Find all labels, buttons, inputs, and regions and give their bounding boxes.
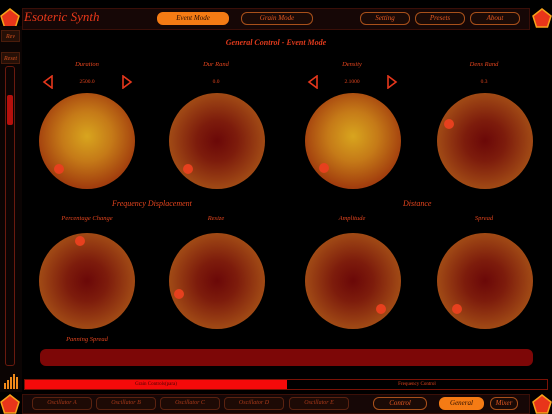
spread-knob[interactable]	[437, 233, 533, 329]
level-meter-bar	[7, 380, 9, 389]
amplitude-label: Amplitude	[338, 215, 366, 222]
bottom-right-logo-icon	[532, 394, 552, 414]
knob-indicator	[444, 119, 454, 129]
distance-section-title: Distance	[403, 199, 432, 208]
frequency-displacement-section-title: Frequency Displacement	[112, 199, 192, 208]
section-tab-strip: Grain Controls(para) Frequency Control	[24, 379, 548, 390]
duration-decrease-arrow-icon[interactable]	[42, 75, 54, 89]
knob-indicator	[54, 164, 64, 174]
amplitude-knob[interactable]	[305, 233, 401, 329]
panning-spread-slider[interactable]	[40, 349, 533, 366]
density-increase-arrow-icon[interactable]	[386, 75, 398, 89]
duration-label: Duration	[75, 61, 99, 68]
spread-label: Spread	[474, 215, 494, 222]
oscillator-b-button[interactable]: Oscillator B	[96, 397, 156, 410]
percentage-change-knob[interactable]	[39, 233, 135, 329]
master-volume-slider-fill	[7, 95, 13, 125]
about-button[interactable]: About	[470, 12, 520, 25]
resize-knob[interactable]	[169, 233, 265, 329]
panning-spread-label: Panning Spread	[66, 336, 108, 343]
duration-value: 2500.0	[79, 79, 95, 85]
level-meter-bar	[10, 377, 12, 389]
top-right-logo-icon	[532, 8, 552, 28]
tab-grain-controls[interactable]: Grain Controls(para)	[25, 380, 287, 389]
oscillator-e-button[interactable]: Oscillator E	[289, 397, 349, 410]
duration-knob[interactable]	[39, 93, 135, 189]
app-title: Esoteric Synth	[24, 9, 100, 24]
grain-mode-button[interactable]: Grain Mode	[241, 12, 313, 25]
dens-rand-value: 0.3	[480, 79, 488, 85]
master-volume-slider[interactable]	[5, 66, 15, 366]
oscillator-c-button[interactable]: Oscillator C	[160, 397, 220, 410]
knob-indicator	[174, 289, 184, 299]
top-left-logo-icon	[0, 8, 20, 28]
density-decrease-arrow-icon[interactable]	[307, 75, 319, 89]
general-button[interactable]: General	[439, 397, 484, 410]
reset-button[interactable]: Reset	[1, 52, 20, 64]
knob-indicator	[376, 304, 386, 314]
oscillator-a-button[interactable]: Oscillator A	[32, 397, 92, 410]
dur-rand-knob[interactable]	[169, 93, 265, 189]
dens-rand-label: Dens Rand	[469, 61, 499, 68]
knob-indicator	[319, 163, 329, 173]
mixer-button[interactable]: Mixer	[490, 397, 518, 410]
duration-increase-arrow-icon[interactable]	[121, 75, 133, 89]
density-label: Density	[342, 61, 362, 68]
knob-indicator	[75, 236, 85, 246]
dur-rand-label: Dur Rand	[203, 61, 229, 68]
dens-rand-knob[interactable]	[437, 93, 533, 189]
bottom-left-logo-icon	[0, 394, 20, 414]
event-mode-button[interactable]: Event Mode	[157, 12, 229, 25]
presets-button[interactable]: Presets	[415, 12, 465, 25]
level-meter-bar	[4, 383, 6, 389]
page-title: General Control - Event Mode	[225, 38, 327, 47]
knob-indicator	[183, 164, 193, 174]
tab-frequency-control[interactable]: Frequency Control	[287, 380, 547, 389]
setting-button[interactable]: Setting	[360, 12, 410, 25]
oscillator-d-button[interactable]: Oscillator D	[224, 397, 284, 410]
density-knob[interactable]	[305, 93, 401, 189]
level-meter-bar	[13, 374, 15, 389]
knob-indicator	[452, 304, 462, 314]
percentage-change-label: Percentage Change	[61, 215, 113, 222]
dur-rand-value: 0.0	[212, 79, 220, 85]
control-button[interactable]: Control	[373, 397, 427, 410]
density-value: 2.1000	[344, 79, 360, 85]
level-meter-bar	[16, 377, 18, 389]
resize-label: Resize	[207, 215, 225, 222]
